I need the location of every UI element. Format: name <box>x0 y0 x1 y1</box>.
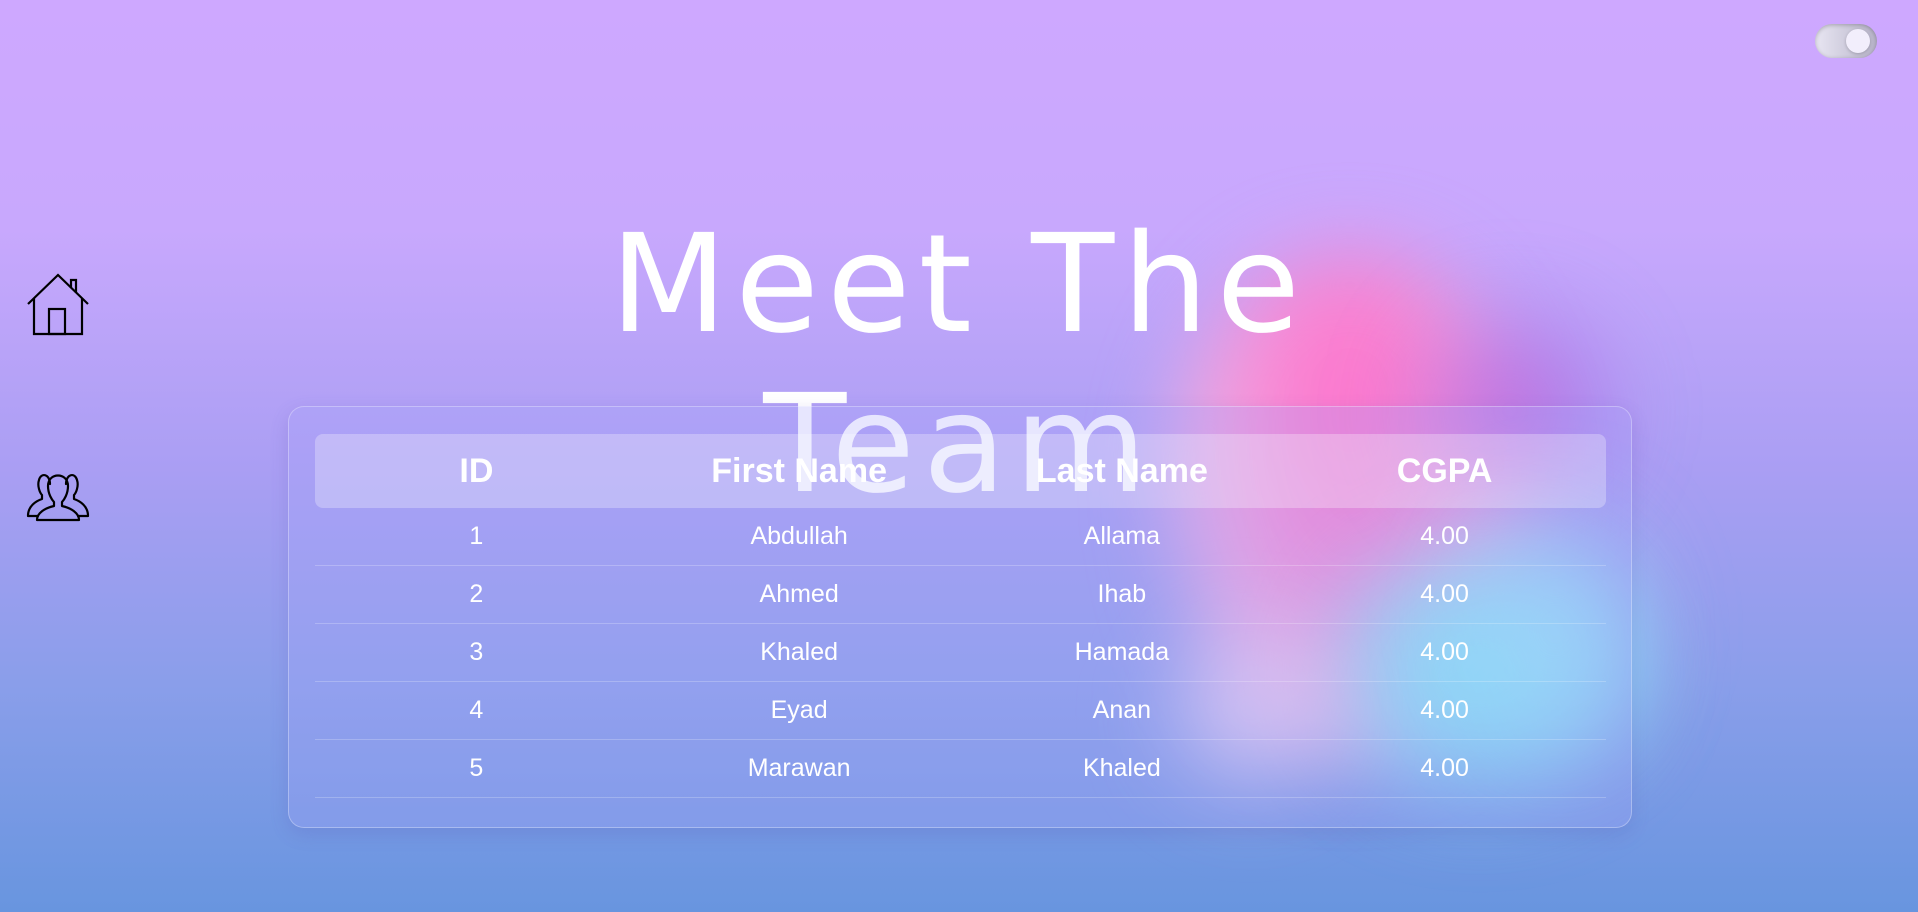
team-icon <box>26 474 90 522</box>
team-table: ID First Name Last Name CGPA 1 Abdullah … <box>315 434 1606 798</box>
cell-last-name: Allama <box>960 508 1284 566</box>
cell-first-name: Marawan <box>637 739 961 798</box>
cell-id: 4 <box>315 681 638 740</box>
cell-cgpa: 4.00 <box>1283 565 1606 624</box>
home-nav-button[interactable] <box>26 272 90 336</box>
theme-toggle[interactable] <box>1815 24 1877 58</box>
toggle-knob <box>1846 29 1870 53</box>
cell-last-name: Ihab <box>960 565 1284 624</box>
cell-id: 3 <box>315 623 638 682</box>
column-header-last-name: Last Name <box>1035 451 1208 490</box>
cell-id: 5 <box>315 739 638 798</box>
table-row: 3 Khaled Hamada 4.00 <box>315 623 1606 682</box>
cell-last-name: Khaled <box>960 739 1284 798</box>
table-row: 2 Ahmed Ihab 4.00 <box>315 565 1606 624</box>
cell-last-name: Anan <box>960 681 1284 740</box>
column-header-first-name: First Name <box>711 451 887 490</box>
cell-last-name: Hamada <box>960 623 1284 682</box>
table-row: 5 Marawan Khaled 4.00 <box>315 739 1606 798</box>
team-table-card: ID First Name Last Name CGPA 1 Abdullah … <box>288 406 1632 828</box>
cell-first-name: Eyad <box>637 681 961 740</box>
cell-first-name: Khaled <box>637 623 961 682</box>
table-row: 1 Abdullah Allama 4.00 <box>315 508 1606 566</box>
column-header-cgpa: CGPA <box>1396 451 1493 490</box>
team-nav-button[interactable] <box>26 460 90 524</box>
cell-cgpa: 4.00 <box>1283 681 1606 740</box>
home-icon <box>27 273 89 336</box>
cell-cgpa: 4.00 <box>1283 623 1606 682</box>
cell-id: 2 <box>315 565 638 624</box>
cell-id: 1 <box>315 508 638 566</box>
table-header-row: ID First Name Last Name CGPA <box>315 434 1606 508</box>
cell-first-name: Ahmed <box>637 565 961 624</box>
cell-first-name: Abdullah <box>637 508 961 566</box>
table-row: 4 Eyad Anan 4.00 <box>315 681 1606 740</box>
column-header-id: ID <box>459 451 494 490</box>
cell-cgpa: 4.00 <box>1283 739 1606 798</box>
cell-cgpa: 4.00 <box>1283 508 1606 566</box>
